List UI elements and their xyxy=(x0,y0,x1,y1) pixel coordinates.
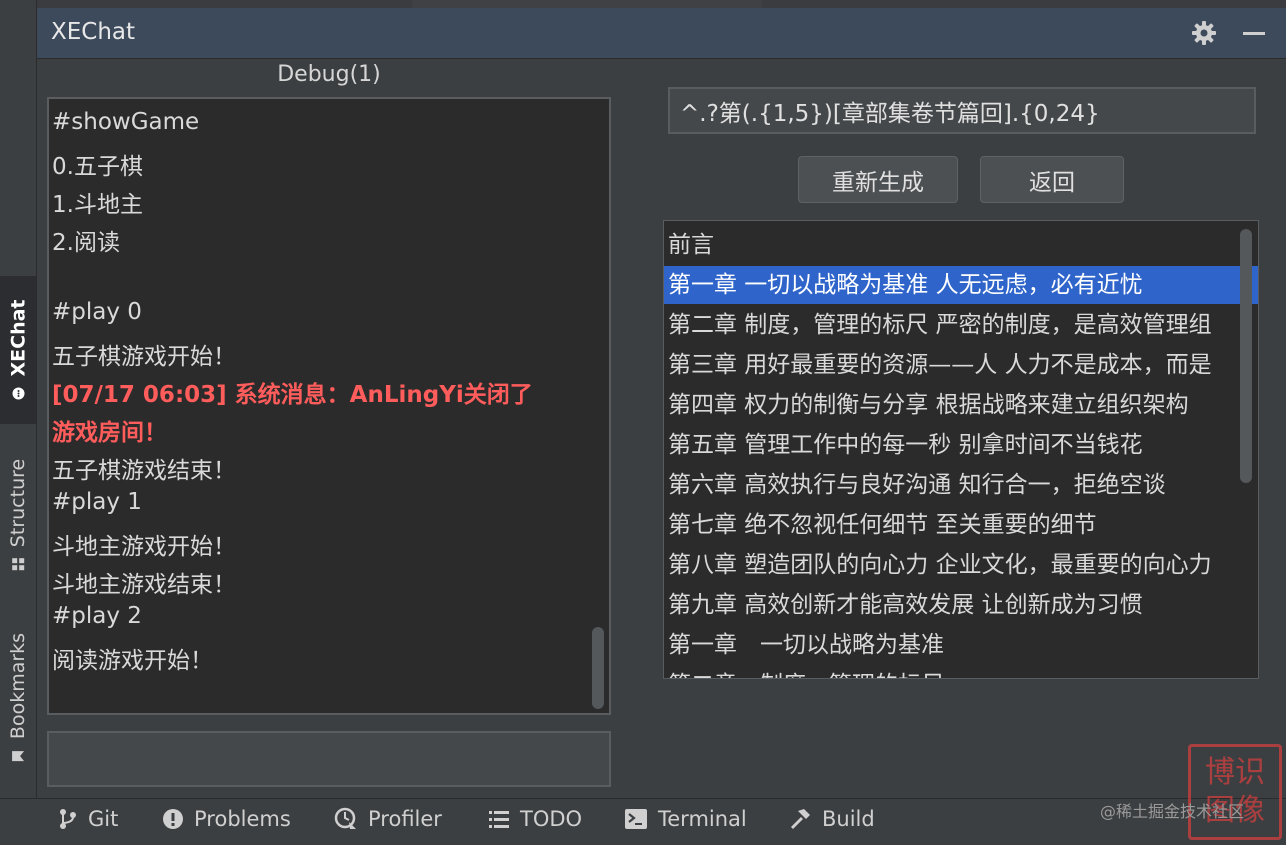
bottom-tool-bar: Git Problems Profiler TODO Terminal Buil… xyxy=(0,798,1286,845)
chapter-item[interactable]: 第六章 高效执行与良好沟通 知行合一，拒绝空谈 xyxy=(664,466,1258,504)
chat-message: #play 0 xyxy=(52,299,142,325)
build-tool-button[interactable]: Build xyxy=(788,807,875,831)
system-message: [07/17 06:03] 系统消息：AnLingYi关闭了 xyxy=(52,382,533,408)
watermark-seal: 博识 图像 xyxy=(1188,744,1282,840)
hammer-icon xyxy=(791,809,810,829)
tool-tab-structure[interactable]: Structure xyxy=(0,440,36,590)
watermark-text: @稀土掘金技术社区 xyxy=(1100,802,1245,821)
chapter-item[interactable]: 第二章 制度，管理的标尺 xyxy=(664,666,1258,678)
problems-label: Problems xyxy=(194,807,291,831)
chapter-regex-input[interactable] xyxy=(668,87,1256,134)
profiler-icon xyxy=(334,807,356,829)
chapter-item[interactable]: 第三章 用好最重要的资源——人 人力不是成本，而是 xyxy=(664,346,1258,384)
settings-button[interactable] xyxy=(1189,18,1219,48)
terminal-tool-button[interactable]: Terminal xyxy=(624,807,747,831)
bookmark-icon xyxy=(12,751,24,762)
chapter-item[interactable]: 第八章 塑造团队的向心力 企业文化，最重要的向心力 xyxy=(664,546,1258,584)
chat-message: 2.阅读 xyxy=(52,230,120,256)
build-label: Build xyxy=(822,807,875,831)
back-button[interactable]: 返回 xyxy=(980,156,1124,203)
git-branch-icon xyxy=(60,809,76,829)
chat-scrollbar-thumb[interactable] xyxy=(592,627,604,709)
git-label: Git xyxy=(88,807,119,831)
chat-message: #play 2 xyxy=(52,603,142,629)
chat-room-title: Debug(1) xyxy=(277,62,381,87)
chapter-item[interactable]: 第一章 一切以战略为基准 xyxy=(664,626,1258,664)
tool-window-title: XEChat xyxy=(51,19,136,45)
chapter-item[interactable]: 第九章 高效创新才能高效发展 让创新成为习惯 xyxy=(664,586,1258,624)
tool-tab-label: Structure xyxy=(7,458,30,548)
profiler-tool-button[interactable]: Profiler xyxy=(334,807,442,831)
tool-tab-bookmarks[interactable]: Bookmarks xyxy=(0,616,36,780)
todo-list-icon xyxy=(489,811,509,828)
chat-message: #play 1 xyxy=(52,489,142,515)
todo-tool-button[interactable]: TODO xyxy=(488,807,582,831)
minimize-icon xyxy=(1243,32,1265,35)
terminal-label: Terminal xyxy=(658,807,747,831)
minimize-button[interactable] xyxy=(1239,18,1269,48)
chapter-item-selected[interactable]: 第一章 一切以战略为基准 人无远虑，必有近忧 xyxy=(664,266,1258,304)
chat-message: 斗地主游戏开始！ xyxy=(52,534,236,560)
chat-message: 五子棋游戏开始！ xyxy=(52,344,236,370)
profiler-label: Profiler xyxy=(368,807,442,831)
chat-input-field[interactable] xyxy=(47,731,611,787)
system-message: 游戏房间！ xyxy=(52,420,167,446)
chapter-item[interactable]: 第五章 管理工作中的每一秒 别拿时间不当钱花 xyxy=(664,426,1258,464)
xechat-tool-window: XEChat Debug(1) #showGame 0.五子棋 1.斗地主 2.… xyxy=(37,8,1286,798)
chapter-item[interactable]: 第二章 制度，管理的标尺 严密的制度，是高效管理组 xyxy=(664,306,1258,344)
chat-message: #showGame xyxy=(52,109,200,135)
chat-bubble-icon xyxy=(12,387,25,400)
problems-tool-button[interactable]: Problems xyxy=(162,807,291,831)
chat-message: 斗地主游戏结束！ xyxy=(52,572,236,598)
problems-icon xyxy=(163,809,183,829)
chapter-list-scrollbar-thumb[interactable] xyxy=(1240,229,1252,483)
tool-tab-label: Bookmarks xyxy=(7,632,29,740)
editor-tab-strip xyxy=(0,0,1286,8)
chapter-list[interactable]: 前言 第一章 一切以战略为基准 人无远虑，必有近忧 第二章 制度，管理的标尺 严… xyxy=(663,220,1259,679)
tool-tab-label: XEChat xyxy=(7,299,30,377)
chapter-item[interactable]: 第七章 绝不忽视任何细节 至关重要的细节 xyxy=(664,506,1258,544)
tool-tab-xechat[interactable]: XEChat xyxy=(0,276,36,424)
editor-tab[interactable] xyxy=(412,0,762,8)
chat-message: 0.五子棋 xyxy=(52,154,143,180)
tool-window-header: XEChat xyxy=(37,8,1286,59)
terminal-icon xyxy=(625,809,647,829)
structure-icon xyxy=(12,558,25,571)
chat-message: 1.斗地主 xyxy=(52,192,143,218)
chat-scrollbar[interactable] xyxy=(589,99,609,713)
regenerate-button[interactable]: 重新生成 xyxy=(798,156,958,203)
chat-message: 五子棋游戏结束！ xyxy=(52,458,236,484)
chapter-item[interactable]: 前言 xyxy=(664,226,1258,264)
chapter-item[interactable]: 第四章 权力的制衡与分享 根据战略来建立组织架构 xyxy=(664,386,1258,424)
chat-message-log[interactable]: #showGame 0.五子棋 1.斗地主 2.阅读 #play 0 五子棋游戏… xyxy=(47,97,611,715)
left-tool-strip: XEChat Structure Bookmarks xyxy=(0,0,37,798)
chat-message: 阅读游戏开始！ xyxy=(52,648,213,674)
gear-icon xyxy=(1192,21,1216,45)
git-tool-button[interactable]: Git xyxy=(58,807,118,831)
todo-label: TODO xyxy=(520,807,583,831)
